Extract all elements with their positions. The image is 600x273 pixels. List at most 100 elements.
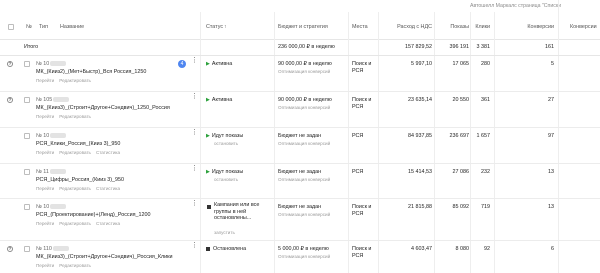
column-header-conversions[interactable]: Конверсии [500,24,554,30]
link-go[interactable]: Перейти [36,221,54,226]
totals-budget: 236 000,00 ₽ в неделю [278,44,335,50]
totals-spend: 157 829,52 [405,44,432,50]
more-menu-icon[interactable]: ⋮ [191,93,198,100]
column-header-impressions[interactable]: Показы [434,24,469,30]
link-edit[interactable]: Редактировать [59,186,91,191]
sort-arrow-icon: ↑ [224,24,227,30]
link-go[interactable]: Перейти [36,114,54,119]
table-row[interactable]: ? № 110 МК_(Кииз3)_(Строит+Другое+Сэндви… [0,241,600,273]
link-edit[interactable]: Редактировать [59,78,91,83]
budget-value: 90 000,00 ₽ в неделю [278,97,332,103]
column-header-places[interactable]: Места [352,24,368,30]
totals-conversions: 161 [545,44,554,50]
link-go[interactable]: Перейти [36,150,54,155]
campaign-name[interactable]: МК_(Кииз3)_(Строит+Другое+Сэндвич)_Росси… [36,254,173,260]
row-links: Перейти Редактировать Статистика [36,186,125,191]
column-header-conversions-2[interactable]: Конверсии [570,24,597,30]
status-label: ▶ Идут показы [206,133,243,139]
clicks-value: 232 [481,169,490,175]
row-links: Перейти Редактировать [36,263,96,268]
campaign-name[interactable]: МК_(Кииз2)_(Мет+Быстр)_Вся Россия_1250 [36,69,146,75]
link-edit[interactable]: Редактировать [59,263,91,268]
stop-link[interactable]: остановить [214,141,238,146]
column-header-name[interactable]: Название [60,24,84,30]
totals-row: Итого 236 000,00 ₽ в неделю 157 829,52 3… [0,40,600,56]
table-row[interactable]: № 10 РСЯ_(Проектирование)+(Ленд)_Россия_… [0,199,600,241]
notification-badge[interactable]: 4 [178,60,186,68]
campaign-name[interactable]: РСЯ_(Проектирование)+(Ленд)_Россия_1200 [36,212,151,218]
link-go[interactable]: Перейти [36,263,54,268]
column-header-budget[interactable]: Бюджет и стратегия [278,24,328,30]
campaign-id-label: № 10 [36,204,50,210]
clicks-value: 92 [484,246,490,252]
column-header-clicks[interactable]: Клики [470,24,490,30]
link-edit[interactable]: Редактировать [59,221,91,226]
spend-value: 15 414,53 [408,169,432,175]
more-menu-icon[interactable]: ⋮ [191,200,198,207]
row-checkbox[interactable] [24,246,30,252]
link-go[interactable]: Перейти [36,186,54,191]
play-icon: ▶ [206,61,210,67]
row-links: Перейти Редактировать [36,78,96,83]
stop-link[interactable]: остановить [214,177,238,182]
row-checkbox[interactable] [24,61,30,67]
campaign-id-label: № 10 [36,61,50,67]
campaign-name[interactable]: МК_(Кииз3)_(Строит+Другое+Сэндвич)_1250_… [36,105,170,111]
select-all-checkbox[interactable] [8,24,14,30]
row-links: Перейти Редактировать Статистика [36,221,125,226]
table-row[interactable]: № 11 РСЯ_Цифры_Россия_(Кииз 3)_950 Перей… [0,164,600,199]
breadcrumb[interactable]: Автошелл Маркалс страница "Списки [470,3,561,9]
stopped-square-icon [206,246,210,251]
impressions-value: 85 092 [452,204,470,210]
totals-label: Итого [24,44,39,50]
column-header-spend[interactable]: Расход с НДС [380,24,432,30]
link-edit[interactable]: Редактировать [59,114,91,119]
more-menu-icon[interactable]: ⋮ [191,242,198,249]
places-value: Поиск и РСЯ [352,61,372,74]
start-link[interactable]: запустить [214,230,235,235]
conversions-value: 6 [551,246,554,252]
row-checkbox[interactable] [24,97,30,103]
spend-value: 5 997,10 [411,61,432,67]
row-checkbox[interactable] [24,133,30,139]
budget-value: Бюджет не задан [278,133,322,139]
redacted-id-placeholder [50,133,67,139]
campaign-name[interactable]: РСЯ_Клики_Россия_(Кииз 3)_950 [36,141,120,147]
totals-clicks: 3 381 [476,44,491,50]
redacted-id-placeholder [52,246,69,252]
clicks-value: 719 [481,204,490,210]
row-checkbox[interactable] [24,204,30,210]
table-header: № Тип Название Статус↑ Бюджет и стратеги… [0,12,600,40]
conversions-value: 27 [548,97,554,103]
link-stats[interactable]: Статистика [96,150,120,155]
column-header-type[interactable]: Тип [39,24,48,30]
help-icon[interactable]: ? [7,246,13,252]
column-header-no[interactable]: № [26,24,32,30]
link-stats[interactable]: Статистика [96,186,120,191]
campaign-name[interactable]: РСЯ_Цифры_Россия_(Кииз 3)_950 [36,177,124,183]
help-icon[interactable]: ? [7,61,13,67]
status-label: Остановлена [206,246,246,252]
table-row[interactable]: ? № 10 МК_(Кииз2)_(Мет+Быстр)_Вся Россия… [0,56,600,92]
column-header-status[interactable]: Статус↑ [206,24,227,30]
link-stats[interactable]: Статистика [96,221,120,226]
totals-impressions: 396 191 [449,44,470,50]
status-label-text: Активна [211,97,233,103]
row-checkbox[interactable] [24,169,30,175]
impressions-value: 17 065 [452,61,470,67]
more-menu-icon[interactable]: ⋮ [191,57,198,64]
impressions-value: 20 550 [452,97,470,103]
link-edit[interactable]: Редактировать [59,150,91,155]
budget-value: 90 000,00 ₽ в неделю [278,61,332,67]
places-value: Поиск и РСЯ [352,97,372,110]
impressions-value: 236 697 [449,133,470,139]
spend-value: 4 603,47 [411,246,432,252]
campaign-id: № 10 [36,61,67,67]
budget-value: Бюджет не задан [278,169,322,175]
link-go[interactable]: Перейти [36,78,54,83]
table-row[interactable]: ? № 105 МК_(Кииз3)_(Строит+Другое+Сэндви… [0,92,600,128]
table-row[interactable]: № 10 РСЯ_Клики_Россия_(Кииз 3)_950 Перей… [0,128,600,164]
more-menu-icon[interactable]: ⋮ [191,129,198,136]
help-icon[interactable]: ? [7,97,13,103]
more-menu-icon[interactable]: ⋮ [191,165,198,172]
